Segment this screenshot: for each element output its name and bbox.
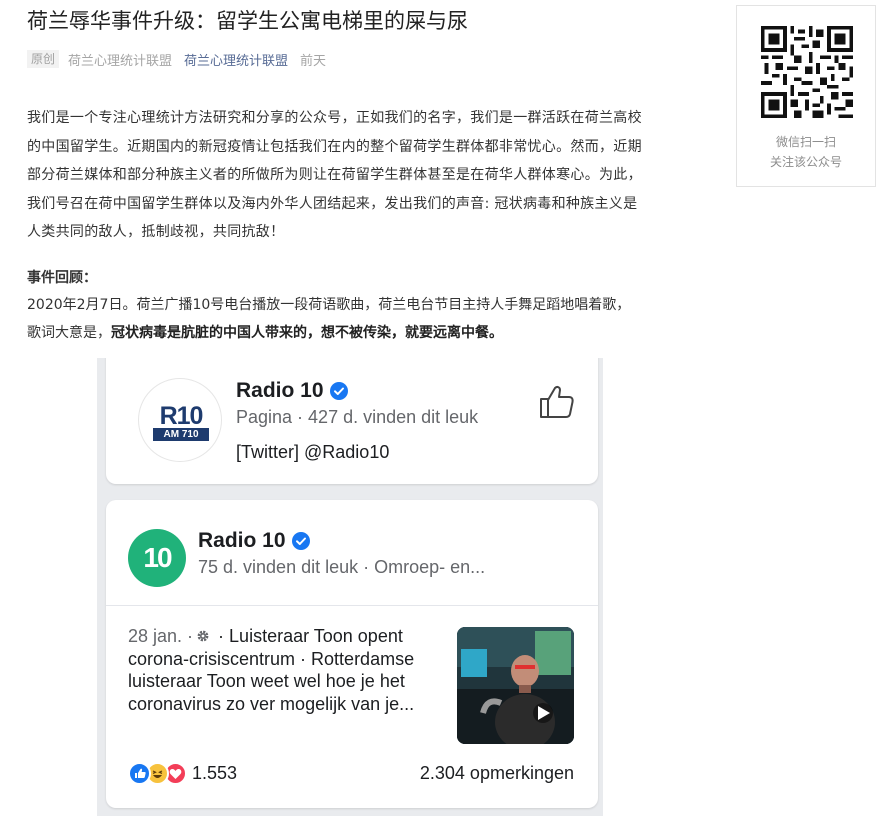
article-meta: 原创 荷兰心理统计联盟 荷兰心理统计联盟 前天 [27,48,326,70]
verified-icon [291,532,310,550]
recap-prefix: 歌词大意是， [27,325,111,341]
page-subtitle: Pagina · 427 d. vinden dit leuk [236,407,479,427]
comments-count[interactable]: 2.304 opmerkingen [420,762,574,784]
page-card-r10[interactable]: R10 AM 710 Radio 10 Pagina · 427 d. vind… [106,358,598,484]
recap-bold-text: 冠状病毒是肮脏的中国人带来的，想不被传染，就要远离中餐。 [111,325,503,341]
gear-icon [197,630,209,642]
intro-line: 人类共同的敌人，抵制歧视，共同抗敌！ [27,224,285,240]
qr-caption-line: 关注该公众号 [769,155,842,169]
page-card-radio10[interactable]: 10 Radio 10 75 d. vinden dit leuk · Omro… [106,500,598,808]
embedded-screenshot: R10 AM 710 Radio 10 Pagina · 427 d. vind… [97,358,603,816]
qr-code[interactable] [761,26,853,118]
page-name-text: Radio 10 [198,529,286,552]
page-name: Radio 10 [198,528,310,554]
post-text[interactable]: 28 jan. · · Luisteraar Toon opent corona… [128,625,438,715]
r10-logo: R10 AM 710 [138,378,222,462]
verified-icon [329,382,348,400]
author-name: 荷兰心理统计联盟 [68,53,173,69]
recap-line: 2020年2月7日。荷兰广播10号电台播放一段荷语歌曲，荷兰电台节目主持人手舞足… [27,297,631,313]
video-still [457,627,574,744]
intro-line: 部分荷兰媒体和部分种族主义者的所做所为则让在荷留学生群体甚至是在荷华人群体寒心。… [27,167,642,183]
intro-line: 的中国留学生。近期国内的新冠疫情让包括我们在内的整个留荷学生群体都非常忧心。然而… [27,138,642,155]
article-page: 荷兰辱华事件升级：留学生公寓电梯里的屎与尿 原创 荷兰心理统计联盟 荷兰心理统计… [0,0,896,839]
reactions[interactable]: 1.553 [128,760,237,786]
r10-logo-text: R10 [159,402,204,430]
intro-paragraph: 我们是一个专注心理统计方法研究和分享的公众号，正如我们的名字，我们是一群活跃在荷… [27,104,707,247]
divider [106,605,598,606]
qr-caption-line: 微信扫一扫 [775,135,836,149]
recap-line-emphasis: 歌词大意是，冠状病毒是肮脏的中国人带来的，想不被传染，就要远离中餐。 [27,319,707,347]
original-badge: 原创 [27,50,60,68]
article-title: 荷兰辱华事件升级：留学生公寓电梯里的屎与尿 [27,9,468,33]
play-icon [538,706,550,720]
page-subtitle: 75 d. vinden dit leuk · Omroep- en... [198,557,486,577]
r10-logo-sub: AM 710 [153,428,209,441]
post-date: 28 jan. · [128,626,194,646]
publish-date: 前天 [300,53,327,69]
thumbs-up-icon[interactable] [538,383,576,421]
radio10-logo: 10 [128,529,186,587]
intro-line: 我们号召在荷中国留学生群体以及海内外华人团结起来，发出我们的声音: 冠状病毒和种… [27,195,638,212]
page-name: Radio 10 [236,378,348,404]
account-link[interactable]: 荷兰心理统计联盟 [184,50,288,69]
qr-panel: 微信扫一扫 关注该公众号 [736,5,876,187]
reaction-count: 1.553 [192,763,238,783]
intro-line: 我们是一个专注心理统计方法研究和分享的公众号，正如我们的名字，我们是一群活跃在荷… [27,110,642,126]
qr-caption: 微信扫一扫 关注该公众号 [737,132,875,172]
recap-heading: 事件回顾： [27,270,97,286]
twitter-handle[interactable]: [Twitter] @Radio10 [236,441,389,463]
video-thumbnail[interactable] [457,627,574,744]
like-reaction-icon [128,761,151,785]
page-name-text: Radio 10 [236,379,324,402]
radio10-logo-text: 10 [143,542,172,573]
